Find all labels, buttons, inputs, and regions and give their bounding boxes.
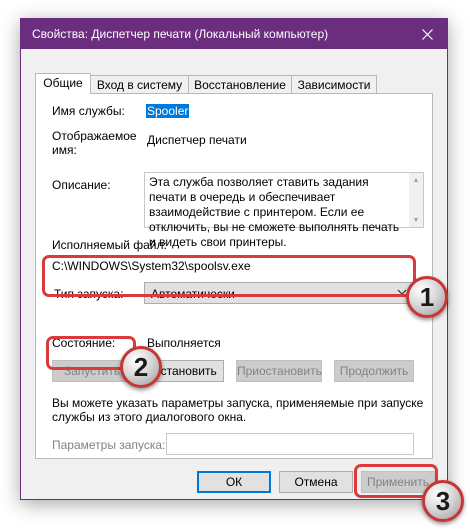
status-label: Состояние: [52, 336, 116, 350]
tab-dependencies[interactable]: Зависимости [291, 75, 377, 93]
tab-general[interactable]: Общие [35, 73, 91, 94]
step-2-badge: 2 [120, 346, 162, 388]
resume-button[interactable]: Продолжить [334, 360, 414, 382]
close-icon [421, 28, 433, 40]
title-bar[interactable]: Свойства: Диспетчер печати (Локальный ко… [21, 19, 447, 49]
startup-type-select[interactable]: Автоматически [144, 282, 412, 304]
cancel-button[interactable]: Отмена [279, 471, 353, 493]
window-title: Свойства: Диспетчер печати (Локальный ко… [32, 27, 329, 41]
service-properties-dialog: Свойства: Диспетчер печати (Локальный ко… [20, 18, 448, 500]
scroll-up-icon[interactable]: ▲ [409, 173, 423, 187]
status-value: Выполняется [147, 336, 221, 350]
service-name-label: Имя службы: [52, 104, 125, 118]
display-name-label-2: имя: [52, 143, 77, 157]
display-name-value[interactable]: Диспетчер печати [147, 133, 247, 147]
description-label: Описание: [52, 178, 111, 192]
startup-type-value: Автоматически [151, 287, 235, 301]
display-name-label: Отображаемое [52, 129, 137, 143]
exec-file-label: Исполняемый файл: [52, 238, 167, 252]
tab-recovery[interactable]: Восстановление [188, 75, 292, 93]
start-params-input[interactable] [166, 433, 414, 455]
pause-button[interactable]: Приостановить [236, 360, 322, 382]
step-1-badge: 1 [406, 276, 448, 318]
scroll-down-icon[interactable]: ▼ [409, 213, 423, 227]
ok-button[interactable]: ОК [197, 471, 271, 493]
description-scrollbar[interactable]: ▲ ▼ [409, 173, 423, 227]
start-params-label: Параметры запуска: [52, 438, 166, 452]
description-text: Эта служба позволяет ставить задания печ… [149, 175, 400, 249]
startup-type-label: Тип запуска: [54, 287, 124, 301]
hint-text-line-2: службы из этого диалогового окна. [52, 410, 247, 424]
step-3-badge: 3 [422, 480, 464, 522]
general-tab-panel: Имя службы: Spooler Отображаемое имя: Ди… [35, 93, 433, 459]
hint-text-line-1: Вы можете указать параметры запуска, при… [52, 396, 424, 410]
exec-file-value[interactable]: C:\WINDOWS\System32\spoolsv.exe [52, 259, 251, 273]
close-button[interactable] [407, 19, 447, 49]
tab-logon[interactable]: Вход в систему [90, 75, 189, 93]
description-box[interactable]: Эта служба позволяет ставить задания печ… [144, 172, 424, 249]
service-name-value[interactable]: Spooler [146, 104, 190, 118]
